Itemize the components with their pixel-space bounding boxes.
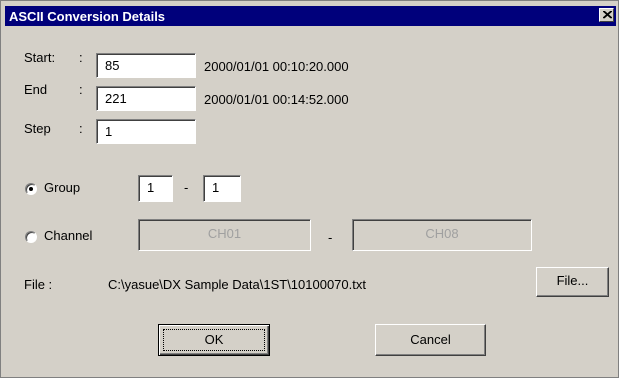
channel-from-select[interactable]: CH01: [138, 219, 311, 251]
radio-selected-dot: [29, 187, 33, 191]
end-label: End: [24, 82, 48, 97]
cancel-button[interactable]: Cancel: [375, 324, 486, 356]
file-browse-label: File...: [556, 273, 589, 288]
ok-button[interactable]: OK: [158, 324, 270, 356]
close-button[interactable]: [599, 8, 614, 22]
group-radio[interactable]: [25, 183, 37, 195]
group-label[interactable]: Group: [44, 180, 80, 195]
group-range-dash: -: [184, 180, 189, 195]
start-colon: :: [79, 50, 83, 65]
start-input[interactable]: 85: [96, 53, 196, 78]
end-colon: :: [79, 82, 83, 97]
window-title: ASCII Conversion Details: [9, 9, 166, 24]
step-label: Step: [24, 121, 51, 136]
step-colon: :: [79, 121, 83, 136]
title-bar[interactable]: ASCII Conversion Details: [5, 6, 616, 26]
file-browse-button[interactable]: File...: [536, 267, 609, 297]
channel-range-dash: -: [328, 230, 333, 245]
ok-label: OK: [204, 332, 224, 347]
end-input[interactable]: 221: [96, 86, 196, 111]
channel-label[interactable]: Channel: [44, 228, 92, 243]
step-input[interactable]: 1: [96, 119, 196, 144]
end-time: 2000/01/01 00:14:52.000: [204, 92, 349, 107]
start-time: 2000/01/01 00:10:20.000: [204, 59, 349, 74]
file-path: C:\yasue\DX Sample Data\1ST\10100070.txt: [108, 277, 366, 292]
cancel-label: Cancel: [410, 332, 451, 347]
channel-radio[interactable]: [25, 231, 37, 243]
close-icon: [603, 11, 612, 19]
file-label: File :: [24, 277, 53, 292]
group-to-input[interactable]: 1: [203, 175, 241, 202]
channel-to-select[interactable]: CH08: [352, 219, 532, 251]
start-label: Start:: [24, 50, 56, 65]
ascii-conversion-dialog: ASCII Conversion Details Start: : 85 200…: [0, 0, 619, 378]
group-from-input[interactable]: 1: [138, 175, 173, 202]
